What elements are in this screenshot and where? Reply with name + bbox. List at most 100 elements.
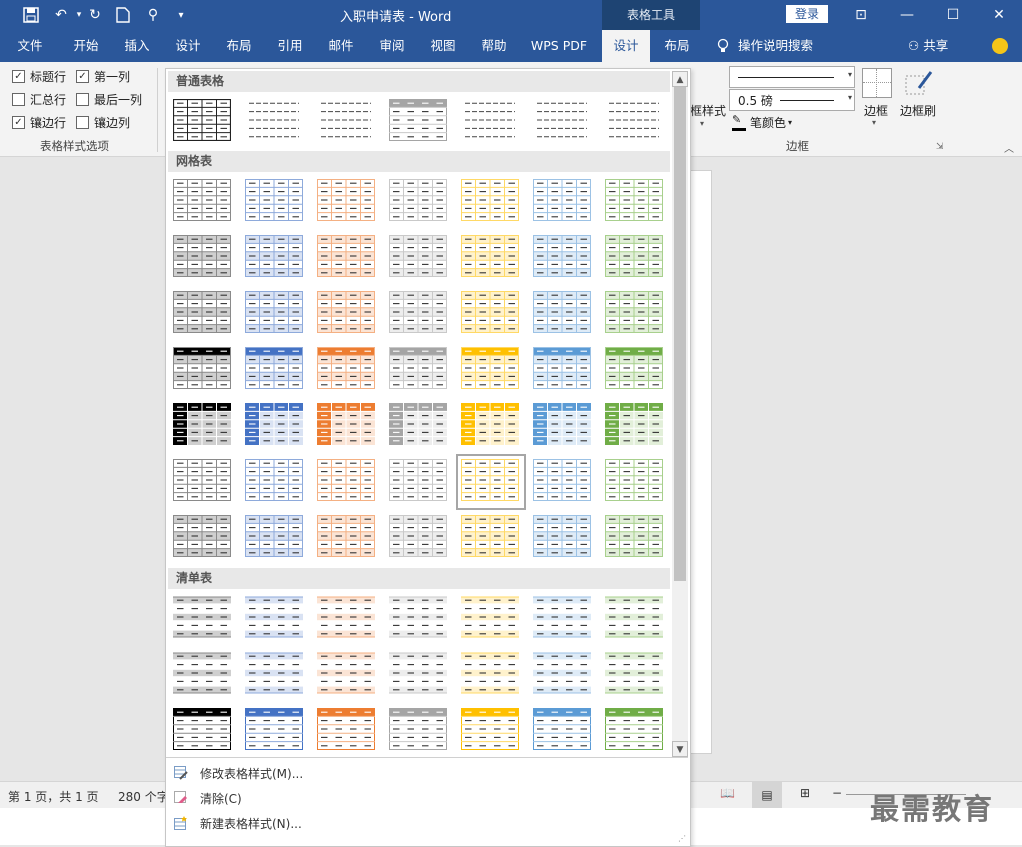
table-style-thumbnail[interactable] (533, 291, 593, 337)
customize-toolbar-icon[interactable]: ▾ (170, 4, 192, 26)
option-last-column[interactable]: 最后一列 (76, 91, 142, 108)
new-document-icon[interactable] (112, 4, 134, 26)
minimize-button[interactable]: — (884, 0, 930, 30)
table-style-thumbnail[interactable] (245, 291, 305, 337)
table-style-thumbnail[interactable] (389, 652, 449, 698)
table-style-thumbnail[interactable] (389, 347, 449, 393)
borders-icon[interactable] (862, 68, 892, 98)
table-style-thumbnail[interactable] (605, 347, 665, 393)
table-style-thumbnail[interactable] (605, 596, 665, 642)
scroll-down-icon[interactable]: ▼ (672, 741, 688, 757)
read-mode-icon[interactable]: 📖 (720, 786, 735, 800)
table-style-thumbnail[interactable] (173, 347, 233, 393)
modify-table-style-item[interactable]: 修改表格样式(M)... (174, 762, 303, 784)
new-table-style-item[interactable]: 新建表格样式(N)... (174, 812, 302, 834)
table-style-thumbnail[interactable] (173, 708, 233, 754)
table-style-thumbnail[interactable] (317, 235, 377, 281)
option-total-row[interactable]: 汇总行 (12, 91, 66, 108)
table-style-thumbnail[interactable] (533, 99, 593, 145)
table-style-thumbnail[interactable] (389, 596, 449, 642)
table-style-thumbnail[interactable] (245, 515, 305, 561)
dialog-launcher-icon[interactable]: ⇲ (936, 142, 944, 152)
table-style-thumbnail[interactable] (173, 291, 233, 337)
tab-insert[interactable]: 插入 (114, 30, 160, 62)
table-style-thumbnail[interactable] (317, 708, 377, 754)
tab-help[interactable]: 帮助 (470, 30, 518, 62)
share-button[interactable]: ⚇ 共享 (908, 30, 948, 62)
tab-file[interactable]: 文件 (8, 30, 52, 62)
table-style-thumbnail[interactable] (173, 179, 233, 225)
table-style-thumbnail[interactable] (461, 403, 521, 449)
table-style-thumbnail[interactable] (317, 515, 377, 561)
redo-icon[interactable]: ↻ (84, 4, 106, 26)
web-layout-icon[interactable]: ⊞ (800, 786, 810, 800)
border-painter-button[interactable]: 边框刷 (900, 102, 936, 119)
table-style-thumbnail[interactable] (461, 235, 521, 281)
ribbon-display-options-icon[interactable]: ⊡ (838, 0, 884, 30)
table-style-thumbnail[interactable] (245, 99, 305, 145)
table-style-thumbnail[interactable] (533, 515, 593, 561)
border-painter-icon[interactable] (905, 68, 933, 96)
table-style-thumbnail[interactable] (389, 99, 449, 145)
table-style-thumbnail[interactable] (605, 708, 665, 754)
table-style-thumbnail[interactable] (173, 515, 233, 561)
option-banded-rows[interactable]: ✓ 镶边行 (12, 114, 66, 131)
table-style-thumbnail[interactable] (461, 708, 521, 754)
table-style-thumbnail[interactable] (533, 596, 593, 642)
table-style-thumbnail[interactable] (173, 235, 233, 281)
table-style-thumbnail[interactable] (533, 403, 593, 449)
table-style-thumbnail[interactable] (605, 99, 665, 145)
collapse-ribbon-icon[interactable]: ︿ (1004, 140, 1014, 155)
save-icon[interactable] (20, 4, 42, 26)
table-style-thumbnail[interactable] (245, 459, 305, 505)
resize-grip-icon[interactable]: ⋰ (678, 834, 686, 843)
table-style-thumbnail[interactable] (317, 179, 377, 225)
line-style-select[interactable]: ▾ (729, 66, 855, 88)
login-button[interactable]: 登录 (786, 5, 828, 23)
table-style-thumbnail[interactable] (245, 235, 305, 281)
table-style-thumbnail[interactable] (605, 403, 665, 449)
table-style-thumbnail[interactable] (533, 347, 593, 393)
table-style-thumbnail[interactable] (533, 652, 593, 698)
feedback-smiley-icon[interactable] (992, 38, 1008, 54)
tab-home[interactable]: 开始 (62, 30, 110, 62)
tab-table-design[interactable]: 设计 (602, 30, 650, 62)
table-style-thumbnail[interactable] (605, 291, 665, 337)
table-style-thumbnail[interactable] (605, 515, 665, 561)
zoom-out-icon[interactable]: − (832, 786, 842, 800)
table-style-thumbnail[interactable] (389, 403, 449, 449)
tab-layout[interactable]: 布局 (216, 30, 262, 62)
clear-table-style-item[interactable]: 清除(C) (174, 787, 242, 809)
table-style-thumbnail[interactable] (461, 652, 521, 698)
table-style-thumbnail[interactable] (245, 347, 305, 393)
table-style-thumbnail[interactable] (245, 596, 305, 642)
table-style-thumbnail[interactable] (533, 235, 593, 281)
table-style-thumbnail[interactable] (605, 235, 665, 281)
table-style-thumbnail[interactable] (605, 179, 665, 225)
table-style-thumbnail[interactable] (605, 652, 665, 698)
table-style-thumbnail[interactable] (389, 515, 449, 561)
table-style-thumbnail[interactable] (389, 291, 449, 337)
gallery-scrollbar-thumb[interactable] (674, 87, 686, 581)
scroll-up-icon[interactable]: ▲ (672, 71, 688, 87)
table-style-thumbnail[interactable] (317, 291, 377, 337)
border-styles-button[interactable]: 框样式 (690, 102, 726, 119)
option-header-row[interactable]: ✓ 标题行 (12, 68, 66, 85)
table-style-thumbnail[interactable] (533, 179, 593, 225)
table-style-thumbnail[interactable] (317, 652, 377, 698)
table-style-thumbnail[interactable] (461, 596, 521, 642)
table-style-thumbnail[interactable] (173, 596, 233, 642)
table-style-thumbnail[interactable] (317, 596, 377, 642)
word-count[interactable]: 280 个字 (118, 788, 169, 805)
table-style-thumbnail[interactable] (461, 99, 521, 145)
table-style-thumbnail[interactable] (389, 459, 449, 505)
table-style-thumbnail[interactable] (533, 708, 593, 754)
table-style-thumbnail[interactable] (605, 459, 665, 505)
table-style-thumbnail[interactable] (389, 179, 449, 225)
table-style-thumbnail[interactable] (317, 347, 377, 393)
table-style-thumbnail[interactable] (245, 652, 305, 698)
table-style-thumbnail[interactable] (461, 291, 521, 337)
option-first-column[interactable]: ✓ 第一列 (76, 68, 130, 85)
table-style-thumbnail[interactable] (461, 515, 521, 561)
table-style-thumbnail[interactable] (173, 652, 233, 698)
